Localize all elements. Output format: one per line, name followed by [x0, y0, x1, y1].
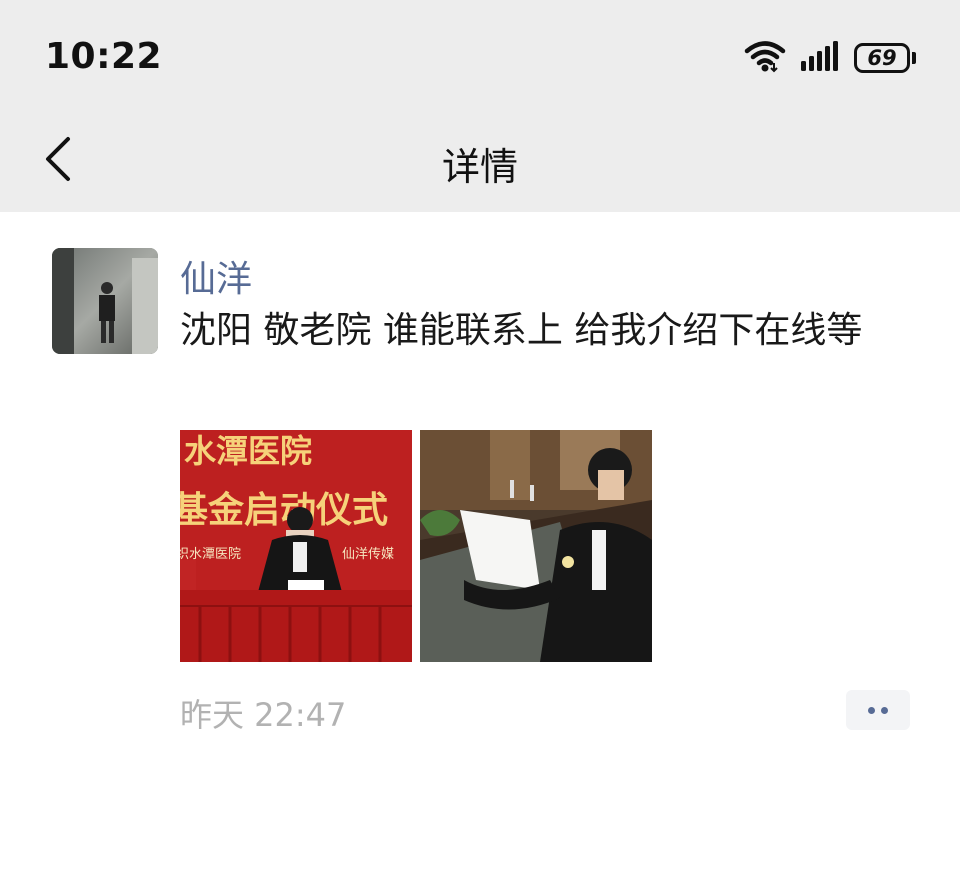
top-area: 10:22 69 详情 [0, 0, 960, 212]
banner-line3-right: 仙洋传媒 [342, 547, 394, 562]
battery-icon: 69 [854, 43, 916, 73]
more-dots-icon [881, 706, 888, 714]
battery-level: 69 [854, 43, 910, 73]
post-timestamp: 昨天 22:47 [180, 696, 347, 734]
more-dots-icon [868, 706, 875, 714]
meeting-room-photo[interactable] [420, 430, 652, 662]
avatar[interactable] [52, 248, 158, 354]
battery-tip [912, 52, 916, 64]
status-time: 10:22 [45, 36, 163, 77]
banner-line1: 水潭医院 [184, 432, 312, 470]
banner-line2: 基金启动仪式 [180, 489, 388, 531]
status-bar: 10:22 69 [0, 0, 960, 110]
status-icons: 69 [744, 40, 916, 76]
wifi-icon [744, 39, 786, 77]
signing-ceremony-photo[interactable]: 水潭医院 基金启动仪式 织水潭医院 仙洋传媒 [180, 430, 412, 662]
page-title: 详情 [441, 145, 518, 189]
post-images: 水潭医院 基金启动仪式 织水潭医院 仙洋传媒 [180, 430, 652, 662]
more-actions-button[interactable] [846, 690, 910, 730]
post-text: 沈阳 敬老院 谁能联系上 给我介绍下在线等 [180, 310, 863, 351]
banner-line3-left: 织水潭医院 [180, 547, 241, 562]
nav-bar: 详情 [0, 110, 960, 212]
post-username[interactable]: 仙洋 [180, 250, 252, 302]
moment-post: 仙洋 沈阳 敬老院 谁能联系上 给我介绍下在线等 水潭医院 基金启动仪式 织水潭… [0, 212, 960, 896]
signal-icon [800, 41, 840, 75]
